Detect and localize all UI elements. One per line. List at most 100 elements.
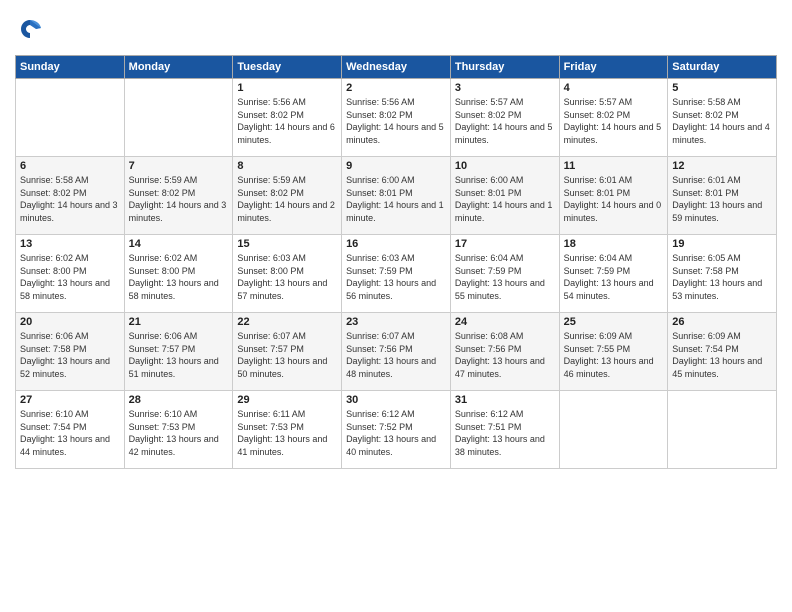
day-number: 20 xyxy=(20,316,120,328)
day-info: Sunrise: 6:12 AM Sunset: 7:52 PM Dayligh… xyxy=(346,408,446,458)
day-info: Sunrise: 6:09 AM Sunset: 7:55 PM Dayligh… xyxy=(564,330,664,380)
day-number: 1 xyxy=(237,82,337,94)
day-number: 18 xyxy=(564,238,664,250)
day-number: 19 xyxy=(672,238,772,250)
day-info: Sunrise: 6:00 AM Sunset: 8:01 PM Dayligh… xyxy=(455,174,555,224)
calendar-cell: 29 Sunrise: 6:11 AM Sunset: 7:53 PM Dayli… xyxy=(233,391,342,469)
calendar-cell: 6 Sunrise: 5:58 AM Sunset: 8:02 PM Daylig… xyxy=(16,157,125,235)
calendar-header-thursday: Thursday xyxy=(450,56,559,79)
day-info: Sunrise: 5:56 AM Sunset: 8:02 PM Dayligh… xyxy=(346,96,446,146)
header xyxy=(15,15,777,45)
calendar-header-wednesday: Wednesday xyxy=(342,56,451,79)
calendar-cell: 13 Sunrise: 6:02 AM Sunset: 8:00 PM Dayli… xyxy=(16,235,125,313)
calendar-cell: 1 Sunrise: 5:56 AM Sunset: 8:02 PM Daylig… xyxy=(233,79,342,157)
calendar-cell: 3 Sunrise: 5:57 AM Sunset: 8:02 PM Daylig… xyxy=(450,79,559,157)
calendar-cell: 9Sunrise: 6:00 AM Sunset: 8:01 PM Daylig… xyxy=(342,157,451,235)
day-number: 31 xyxy=(455,394,555,406)
calendar-week-row: 6 Sunrise: 5:58 AM Sunset: 8:02 PM Daylig… xyxy=(16,157,777,235)
day-info: Sunrise: 5:57 AM Sunset: 8:02 PM Dayligh… xyxy=(564,96,664,146)
day-number: 23 xyxy=(346,316,446,328)
calendar-cell xyxy=(559,391,668,469)
calendar-week-row: 13 Sunrise: 6:02 AM Sunset: 8:00 PM Dayli… xyxy=(16,235,777,313)
day-number: 8 xyxy=(237,160,337,172)
calendar-cell: 15 Sunrise: 6:03 AM Sunset: 8:00 PM Dayli… xyxy=(233,235,342,313)
day-info: Sunrise: 6:04 AM Sunset: 7:59 PM Dayligh… xyxy=(455,252,555,302)
calendar-week-row: 20 Sunrise: 6:06 AM Sunset: 7:58 PM Dayli… xyxy=(16,313,777,391)
day-info: Sunrise: 6:06 AM Sunset: 7:57 PM Dayligh… xyxy=(129,330,229,380)
calendar-cell: 7Sunrise: 5:59 AM Sunset: 8:02 PM Daylig… xyxy=(124,157,233,235)
calendar-cell: 22Sunrise: 6:07 AM Sunset: 7:57 PM Dayli… xyxy=(233,313,342,391)
calendar-cell: 27 Sunrise: 6:10 AM Sunset: 7:54 PM Dayli… xyxy=(16,391,125,469)
calendar-header-friday: Friday xyxy=(559,56,668,79)
day-number: 27 xyxy=(20,394,120,406)
calendar-cell: 17 Sunrise: 6:04 AM Sunset: 7:59 PM Dayli… xyxy=(450,235,559,313)
calendar-cell: 18 Sunrise: 6:04 AM Sunset: 7:59 PM Dayli… xyxy=(559,235,668,313)
day-info: Sunrise: 6:02 AM Sunset: 8:00 PM Dayligh… xyxy=(20,252,120,302)
calendar-cell: 31 Sunrise: 6:12 AM Sunset: 7:51 PM Dayli… xyxy=(450,391,559,469)
calendar-cell: 20 Sunrise: 6:06 AM Sunset: 7:58 PM Dayli… xyxy=(16,313,125,391)
calendar-cell: 30 Sunrise: 6:12 AM Sunset: 7:52 PM Dayli… xyxy=(342,391,451,469)
day-info: Sunrise: 6:04 AM Sunset: 7:59 PM Dayligh… xyxy=(564,252,664,302)
calendar-cell: 25 Sunrise: 6:09 AM Sunset: 7:55 PM Dayli… xyxy=(559,313,668,391)
calendar-header-sunday: Sunday xyxy=(16,56,125,79)
day-number: 14 xyxy=(129,238,229,250)
day-info: Sunrise: 6:12 AM Sunset: 7:51 PM Dayligh… xyxy=(455,408,555,458)
calendar-cell xyxy=(16,79,125,157)
calendar-cell xyxy=(124,79,233,157)
calendar-header-tuesday: Tuesday xyxy=(233,56,342,79)
day-number: 29 xyxy=(237,394,337,406)
day-info: Sunrise: 6:10 AM Sunset: 7:54 PM Dayligh… xyxy=(20,408,120,458)
day-number: 6 xyxy=(20,160,120,172)
day-info: Sunrise: 6:05 AM Sunset: 7:58 PM Dayligh… xyxy=(672,252,772,302)
calendar-cell: 11Sunrise: 6:01 AM Sunset: 8:01 PM Dayli… xyxy=(559,157,668,235)
day-info: Sunrise: 6:09 AM Sunset: 7:54 PM Dayligh… xyxy=(672,330,772,380)
day-info: Sunrise: 6:11 AM Sunset: 7:53 PM Dayligh… xyxy=(237,408,337,458)
calendar-week-row: 27 Sunrise: 6:10 AM Sunset: 7:54 PM Dayli… xyxy=(16,391,777,469)
day-number: 24 xyxy=(455,316,555,328)
day-info: Sunrise: 6:06 AM Sunset: 7:58 PM Dayligh… xyxy=(20,330,120,380)
day-number: 15 xyxy=(237,238,337,250)
calendar-cell: 8 Sunrise: 5:59 AM Sunset: 8:02 PM Daylig… xyxy=(233,157,342,235)
day-number: 26 xyxy=(672,316,772,328)
calendar-cell: 26 Sunrise: 6:09 AM Sunset: 7:54 PM Dayli… xyxy=(668,313,777,391)
day-number: 11 xyxy=(564,160,664,172)
calendar-cell: 5 Sunrise: 5:58 AM Sunset: 8:02 PM Daylig… xyxy=(668,79,777,157)
day-info: Sunrise: 6:07 AM Sunset: 7:57 PM Dayligh… xyxy=(237,330,337,380)
logo-icon xyxy=(15,15,45,45)
day-info: Sunrise: 6:01 AM Sunset: 8:01 PM Dayligh… xyxy=(672,174,772,224)
calendar-cell: 16 Sunrise: 6:03 AM Sunset: 7:59 PM Dayli… xyxy=(342,235,451,313)
calendar-header-monday: Monday xyxy=(124,56,233,79)
day-info: Sunrise: 6:03 AM Sunset: 7:59 PM Dayligh… xyxy=(346,252,446,302)
day-info: Sunrise: 5:57 AM Sunset: 8:02 PM Dayligh… xyxy=(455,96,555,146)
day-number: 7 xyxy=(129,160,229,172)
calendar-cell xyxy=(668,391,777,469)
day-number: 30 xyxy=(346,394,446,406)
calendar-cell: 28Sunrise: 6:10 AM Sunset: 7:53 PM Dayli… xyxy=(124,391,233,469)
calendar-header-saturday: Saturday xyxy=(668,56,777,79)
day-number: 13 xyxy=(20,238,120,250)
day-number: 17 xyxy=(455,238,555,250)
day-number: 16 xyxy=(346,238,446,250)
day-info: Sunrise: 6:03 AM Sunset: 8:00 PM Dayligh… xyxy=(237,252,337,302)
day-info: Sunrise: 5:58 AM Sunset: 8:02 PM Dayligh… xyxy=(20,174,120,224)
calendar-table: SundayMondayTuesdayWednesdayThursdayFrid… xyxy=(15,55,777,469)
day-number: 25 xyxy=(564,316,664,328)
calendar-cell: 12 Sunrise: 6:01 AM Sunset: 8:01 PM Dayli… xyxy=(668,157,777,235)
day-number: 10 xyxy=(455,160,555,172)
calendar-cell: 23 Sunrise: 6:07 AM Sunset: 7:56 PM Dayli… xyxy=(342,313,451,391)
day-number: 5 xyxy=(672,82,772,94)
day-info: Sunrise: 5:59 AM Sunset: 8:02 PM Dayligh… xyxy=(237,174,337,224)
day-number: 2 xyxy=(346,82,446,94)
day-info: Sunrise: 6:08 AM Sunset: 7:56 PM Dayligh… xyxy=(455,330,555,380)
day-number: 28 xyxy=(129,394,229,406)
day-info: Sunrise: 5:58 AM Sunset: 8:02 PM Dayligh… xyxy=(672,96,772,146)
calendar-cell: 14Sunrise: 6:02 AM Sunset: 8:00 PM Dayli… xyxy=(124,235,233,313)
day-info: Sunrise: 6:00 AM Sunset: 8:01 PM Dayligh… xyxy=(346,174,446,224)
day-number: 12 xyxy=(672,160,772,172)
day-info: Sunrise: 6:07 AM Sunset: 7:56 PM Dayligh… xyxy=(346,330,446,380)
calendar-cell: 4Sunrise: 5:57 AM Sunset: 8:02 PM Daylig… xyxy=(559,79,668,157)
logo xyxy=(15,15,47,45)
day-info: Sunrise: 5:56 AM Sunset: 8:02 PM Dayligh… xyxy=(237,96,337,146)
calendar-cell: 24 Sunrise: 6:08 AM Sunset: 7:56 PM Dayli… xyxy=(450,313,559,391)
day-number: 3 xyxy=(455,82,555,94)
